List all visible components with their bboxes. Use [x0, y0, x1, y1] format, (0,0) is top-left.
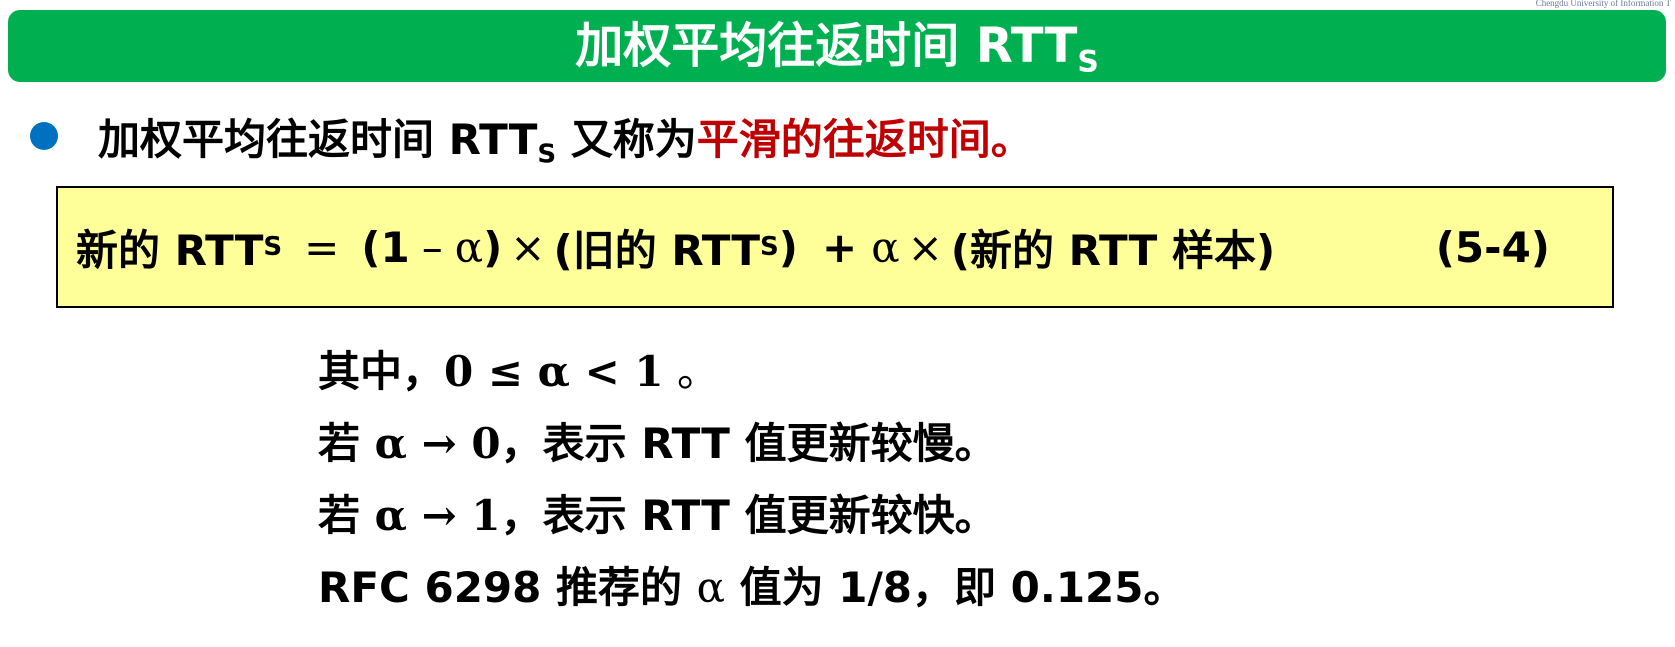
formula: 新的 RTT S = (1 – α) × (旧的 RTT S) + α × (新的 … [76, 188, 1275, 306]
bullet-point: 加权平均往返时间 RTTS 又称为平滑的往返时间。 [30, 106, 1033, 167]
note4-post: 值为 1/8，即 0.125。 [725, 563, 1186, 612]
formula-box: 新的 RTT S = (1 – α) × (旧的 RTT S) + α × (新的 … [56, 186, 1614, 308]
formula-alpha-2: α [871, 222, 900, 272]
note2-math: α → 0 [374, 419, 501, 468]
note2-pre: 若 [318, 419, 375, 468]
bullet-text: 加权平均往返时间 RTTS 又称为平滑的往返时间。 [98, 106, 1033, 167]
note3-post: ，表示 RTT 值更新较快。 [500, 491, 997, 540]
equation-number: (5-4) [1435, 222, 1550, 272]
notes: 其中，0 ≤ α < 1 。 若 α → 0，表示 RTT 值更新较慢。 若 α… [318, 336, 1186, 624]
formula-lhs: 新的 RTT [76, 225, 264, 275]
note-rfc-recommendation: RFC 6298 推荐的 α 值为 1/8，即 0.125。 [318, 552, 1186, 624]
note2-post: ，表示 RTT 值更新较慢。 [500, 419, 997, 468]
formula-alpha: α [454, 222, 484, 272]
note1-math: 0 ≤ α < 1 [444, 347, 664, 396]
bullet-prefix: 加权平均往返时间 RTT [98, 114, 538, 164]
slide: Chengdu University of Information T 加权平均… [0, 0, 1675, 647]
formula-equals: = [304, 222, 340, 272]
formula-times-2: × [907, 222, 943, 272]
bullet-middle: 又称为 [556, 114, 697, 164]
note4-math: α [696, 563, 725, 612]
formula-times: × [510, 222, 546, 272]
note1-pre: 其中， [318, 347, 445, 396]
title-bar: 加权平均往返时间 RTTS [8, 10, 1666, 82]
formula-old-close: ) [778, 222, 798, 272]
note4-pre: RFC 6298 推荐的 [318, 563, 697, 612]
formula-old-open: (旧的 RTT [553, 225, 761, 275]
note3-math: α → 1 [374, 491, 501, 540]
note-alpha-to-one: 若 α → 1，表示 RTT 值更新较快。 [318, 480, 1186, 552]
note3-pre: 若 [318, 491, 375, 540]
note1-post: 。 [663, 347, 720, 396]
formula-new-sample: (新的 RTT 样本) [950, 225, 1276, 275]
bullet-highlight: 平滑的往返时间。 [696, 114, 1033, 164]
note-alpha-to-zero: 若 α → 0，表示 RTT 值更新较慢。 [318, 408, 1186, 480]
bullet-dot-icon [30, 122, 58, 150]
note-alpha-range: 其中，0 ≤ α < 1 。 [318, 336, 1186, 408]
university-logo-text: Chengdu University of Information T [1535, 0, 1671, 8]
title-subscript: S [1077, 44, 1099, 80]
formula-minus: – [421, 222, 443, 272]
bullet-subscript: S [537, 138, 557, 169]
formula-paren-open: (1 [361, 222, 410, 272]
formula-plus: + [822, 222, 858, 272]
title-text: 加权平均往返时间 RTT [575, 18, 1078, 74]
formula-paren-close: ) [483, 222, 503, 272]
